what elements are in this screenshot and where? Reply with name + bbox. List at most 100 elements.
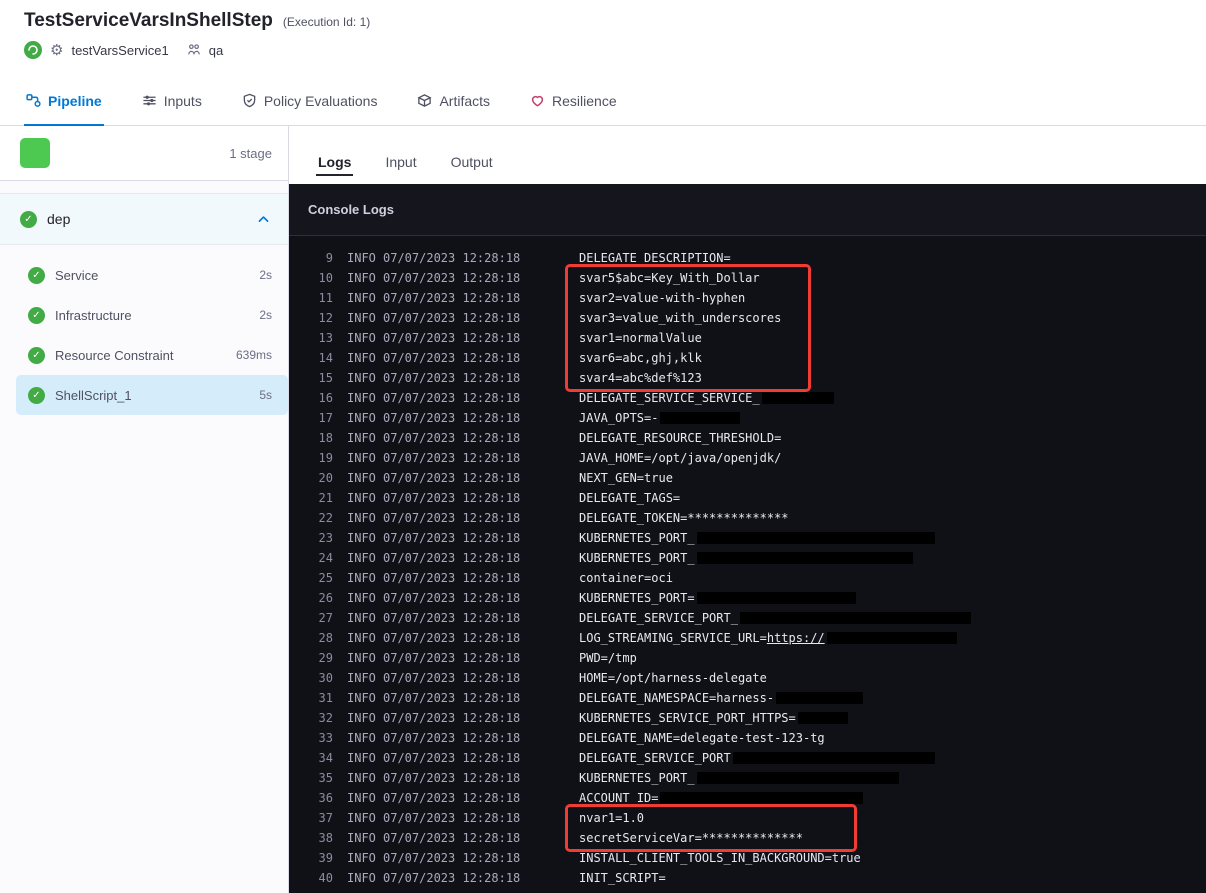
log-line-number: 37 <box>318 811 333 825</box>
log-timestamp: 07/07/2023 12:28:18 <box>383 851 521 865</box>
log-level: INFO <box>347 471 376 485</box>
tab-inputs[interactable]: Inputs <box>140 76 204 125</box>
log-line-number: 34 <box>318 751 333 765</box>
log-message: DELEGATE_SERVICE_SERVICE_ <box>579 388 834 408</box>
log-line: 32 INFO 07/07/2023 12:28:18 KUBERNETES_SERV… <box>307 708 1206 728</box>
log-timestamp: 07/07/2023 12:28:18 <box>383 631 521 645</box>
service-name[interactable]: testVarsService1 <box>71 43 168 58</box>
tab-pipeline[interactable]: Pipeline <box>24 76 104 126</box>
log-message: DELEGATE_RESOURCE_THRESHOLD= <box>579 431 782 445</box>
log-message: HOME=/opt/harness-delegate <box>579 671 767 685</box>
log-level: INFO <box>347 571 376 585</box>
log-timestamp: 07/07/2023 12:28:18 <box>383 431 521 445</box>
log-timestamp: 07/07/2023 12:28:18 <box>383 451 521 465</box>
log-level: INFO <box>347 251 376 265</box>
log-line-number: 25 <box>318 571 333 585</box>
stage-count: 1 stage <box>229 145 272 161</box>
console-tab-logs[interactable]: Logs <box>316 154 354 184</box>
log-level: INFO <box>347 291 376 305</box>
log-line: 11 INFO 07/07/2023 12:28:18 svar2=value-wit… <box>307 288 1206 308</box>
log-line: 16 INFO 07/07/2023 12:28:18 DELEGATE_SERVIC… <box>307 388 1206 408</box>
log-timestamp: 07/07/2023 12:28:18 <box>383 411 521 425</box>
log-line: 39 INFO 07/07/2023 12:28:18 INSTALL_CLIENT_… <box>307 848 1206 868</box>
log-line-number: 11 <box>318 291 333 305</box>
log-line: 10 INFO 07/07/2023 12:28:18 svar5$abc=Key_W… <box>307 268 1206 288</box>
execution-status-icon <box>24 41 42 59</box>
stage-row-dep[interactable]: ✓ dep <box>0 193 288 245</box>
log-timestamp: 07/07/2023 12:28:18 <box>383 551 521 565</box>
gear-icon: ⚙ <box>50 41 64 59</box>
log-level: INFO <box>347 371 376 385</box>
log-line-number: 38 <box>318 831 333 845</box>
redacted-text <box>696 591 856 604</box>
log-line: 20 INFO 07/07/2023 12:28:18 NEXT_GEN=true <box>307 468 1206 488</box>
log-message: KUBERNETES_PORT_ <box>579 768 899 788</box>
log-message: DELEGATE_TOKEN=************** <box>579 511 789 525</box>
log-line-number: 14 <box>318 351 333 365</box>
log-level: INFO <box>347 871 376 885</box>
log-message: DELEGATE_TAGS= <box>579 491 681 505</box>
tab-policy-evaluations[interactable]: Policy Evaluations <box>240 76 380 125</box>
log-timestamp: 07/07/2023 12:28:18 <box>383 391 521 405</box>
log-message: DELEGATE_NAMESPACE=harness- <box>579 688 863 708</box>
console-tab-input[interactable]: Input <box>383 154 418 184</box>
page-title: TestServiceVarsInShellStep <box>24 10 273 31</box>
step-row-infrastructure[interactable]: ✓ Infrastructure 2s <box>0 295 288 335</box>
console-tab-output[interactable]: Output <box>449 154 495 184</box>
step-success-icon: ✓ <box>28 266 45 284</box>
log-level: INFO <box>347 531 376 545</box>
log-line-number: 20 <box>318 471 333 485</box>
step-row-service[interactable]: ✓ Service 2s <box>0 255 288 295</box>
log-line: 27 INFO 07/07/2023 12:28:18 DELEGATE_SERVIC… <box>307 608 1206 628</box>
log-timestamp: 07/07/2023 12:28:18 <box>383 811 521 825</box>
log-viewer[interactable]: 9 INFO 07/07/2023 12:28:18 DELEGATE_DESCRIP… <box>289 236 1206 893</box>
log-level: INFO <box>347 311 376 325</box>
log-level: INFO <box>347 831 376 845</box>
log-line-number: 24 <box>318 551 333 565</box>
execution-nav-tabs: Pipeline Inputs Policy Evaluations Artifact… <box>0 76 1206 126</box>
environment-name[interactable]: qa <box>209 43 223 58</box>
console-section-header[interactable]: Console Logs <box>289 184 1206 236</box>
tab-resilience[interactable]: Resilience <box>528 76 619 125</box>
pipeline-icon <box>26 93 41 108</box>
log-line: 38 INFO 07/07/2023 12:28:18 secretServiceVa… <box>307 828 1206 848</box>
title-row: TestServiceVarsInShellStep (Execution Id… <box>24 10 1182 32</box>
step-detail-panel: Logs Input Output Console Logs 9 INFO 07/07/… <box>289 126 1206 893</box>
log-timestamp: 07/07/2023 12:28:18 <box>383 711 521 725</box>
resilience-icon <box>530 93 545 108</box>
log-message: KUBERNETES_PORT= <box>579 588 856 608</box>
log-line-number: 33 <box>318 731 333 745</box>
step-success-icon: ✓ <box>28 306 45 324</box>
log-timestamp: 07/07/2023 12:28:18 <box>383 291 521 305</box>
log-line-number: 30 <box>318 671 333 685</box>
tab-artifacts[interactable]: Artifacts <box>415 76 492 125</box>
log-level: INFO <box>347 631 376 645</box>
log-message: INSTALL_CLIENT_TOOLS_IN_BACKGROUND=true <box>579 851 861 865</box>
log-timestamp: 07/07/2023 12:28:18 <box>383 871 521 885</box>
log-line: 37 INFO 07/07/2023 12:28:18 nvar1=1.0 <box>307 808 1206 828</box>
log-line-number: 23 <box>318 531 333 545</box>
log-line: 22 INFO 07/07/2023 12:28:18 DELEGATE_TOKEN=… <box>307 508 1206 528</box>
log-timestamp: 07/07/2023 12:28:18 <box>383 251 521 265</box>
log-line: 34 INFO 07/07/2023 12:28:18 DELEGATE_SERVIC… <box>307 748 1206 768</box>
step-name: ShellScript_1 <box>55 387 132 403</box>
redacted-text <box>696 551 914 564</box>
stage-name: dep <box>47 211 71 227</box>
log-line-number: 13 <box>318 331 333 345</box>
log-line-number: 28 <box>318 631 333 645</box>
step-row-shellscript-1[interactable]: ✓ ShellScript_1 5s <box>16 375 288 415</box>
redacted-text <box>696 771 899 784</box>
log-line: 23 INFO 07/07/2023 12:28:18 KUBERNETES_PORT… <box>307 528 1206 548</box>
chevron-up-icon[interactable] <box>257 213 270 226</box>
stage-thumbnail[interactable] <box>20 138 50 168</box>
step-row-resource-constraint[interactable]: ✓ Resource Constraint 639ms <box>0 335 288 375</box>
tab-label: Artifacts <box>439 92 491 109</box>
log-level: INFO <box>347 391 376 405</box>
log-line: 26 INFO 07/07/2023 12:28:18 KUBERNETES_PORT… <box>307 588 1206 608</box>
log-timestamp: 07/07/2023 12:28:18 <box>383 591 521 605</box>
log-link[interactable]: https:// <box>767 631 825 645</box>
log-timestamp: 07/07/2023 12:28:18 <box>383 351 521 365</box>
log-message: LOG_STREAMING_SERVICE_URL=https:// <box>579 628 957 648</box>
redacted-text <box>660 791 863 804</box>
step-duration: 2s <box>259 308 272 322</box>
